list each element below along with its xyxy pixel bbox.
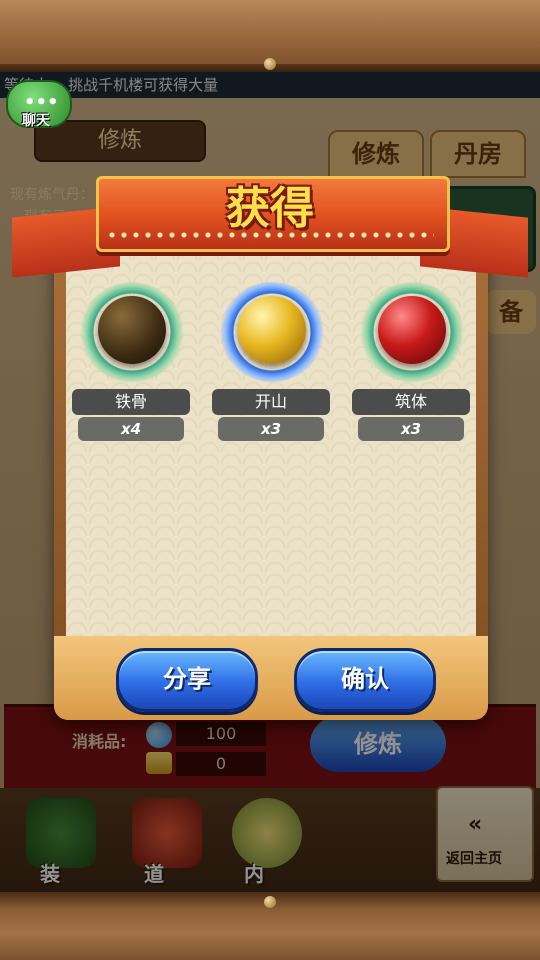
dialog-title: 获得 <box>226 183 314 234</box>
reward-name: 开山 <box>212 389 330 415</box>
reward-name: 筑体 <box>352 389 470 415</box>
reward-quantity: x4 <box>78 417 184 441</box>
reward-quantity: x3 <box>218 417 324 441</box>
confirm-button[interactable]: 确认 <box>294 648 436 712</box>
frame-rivet <box>264 896 276 908</box>
share-button[interactable]: 分享 <box>116 648 258 712</box>
cracked-bone-orb-icon <box>98 296 166 364</box>
reward-item[interactable]: 筑体 x3 <box>352 282 472 452</box>
reward-item[interactable]: 铁骨 x4 <box>72 282 192 452</box>
frame-rivet <box>264 58 276 70</box>
reward-item[interactable]: 开山 x3 <box>212 282 332 452</box>
reward-quantity: x3 <box>358 417 464 441</box>
reward-name: 铁骨 <box>72 389 190 415</box>
red-body-orb-icon <box>378 296 446 364</box>
chat-label: 聊天 <box>22 113 50 129</box>
golden-mountain-orb-icon <box>238 296 306 364</box>
